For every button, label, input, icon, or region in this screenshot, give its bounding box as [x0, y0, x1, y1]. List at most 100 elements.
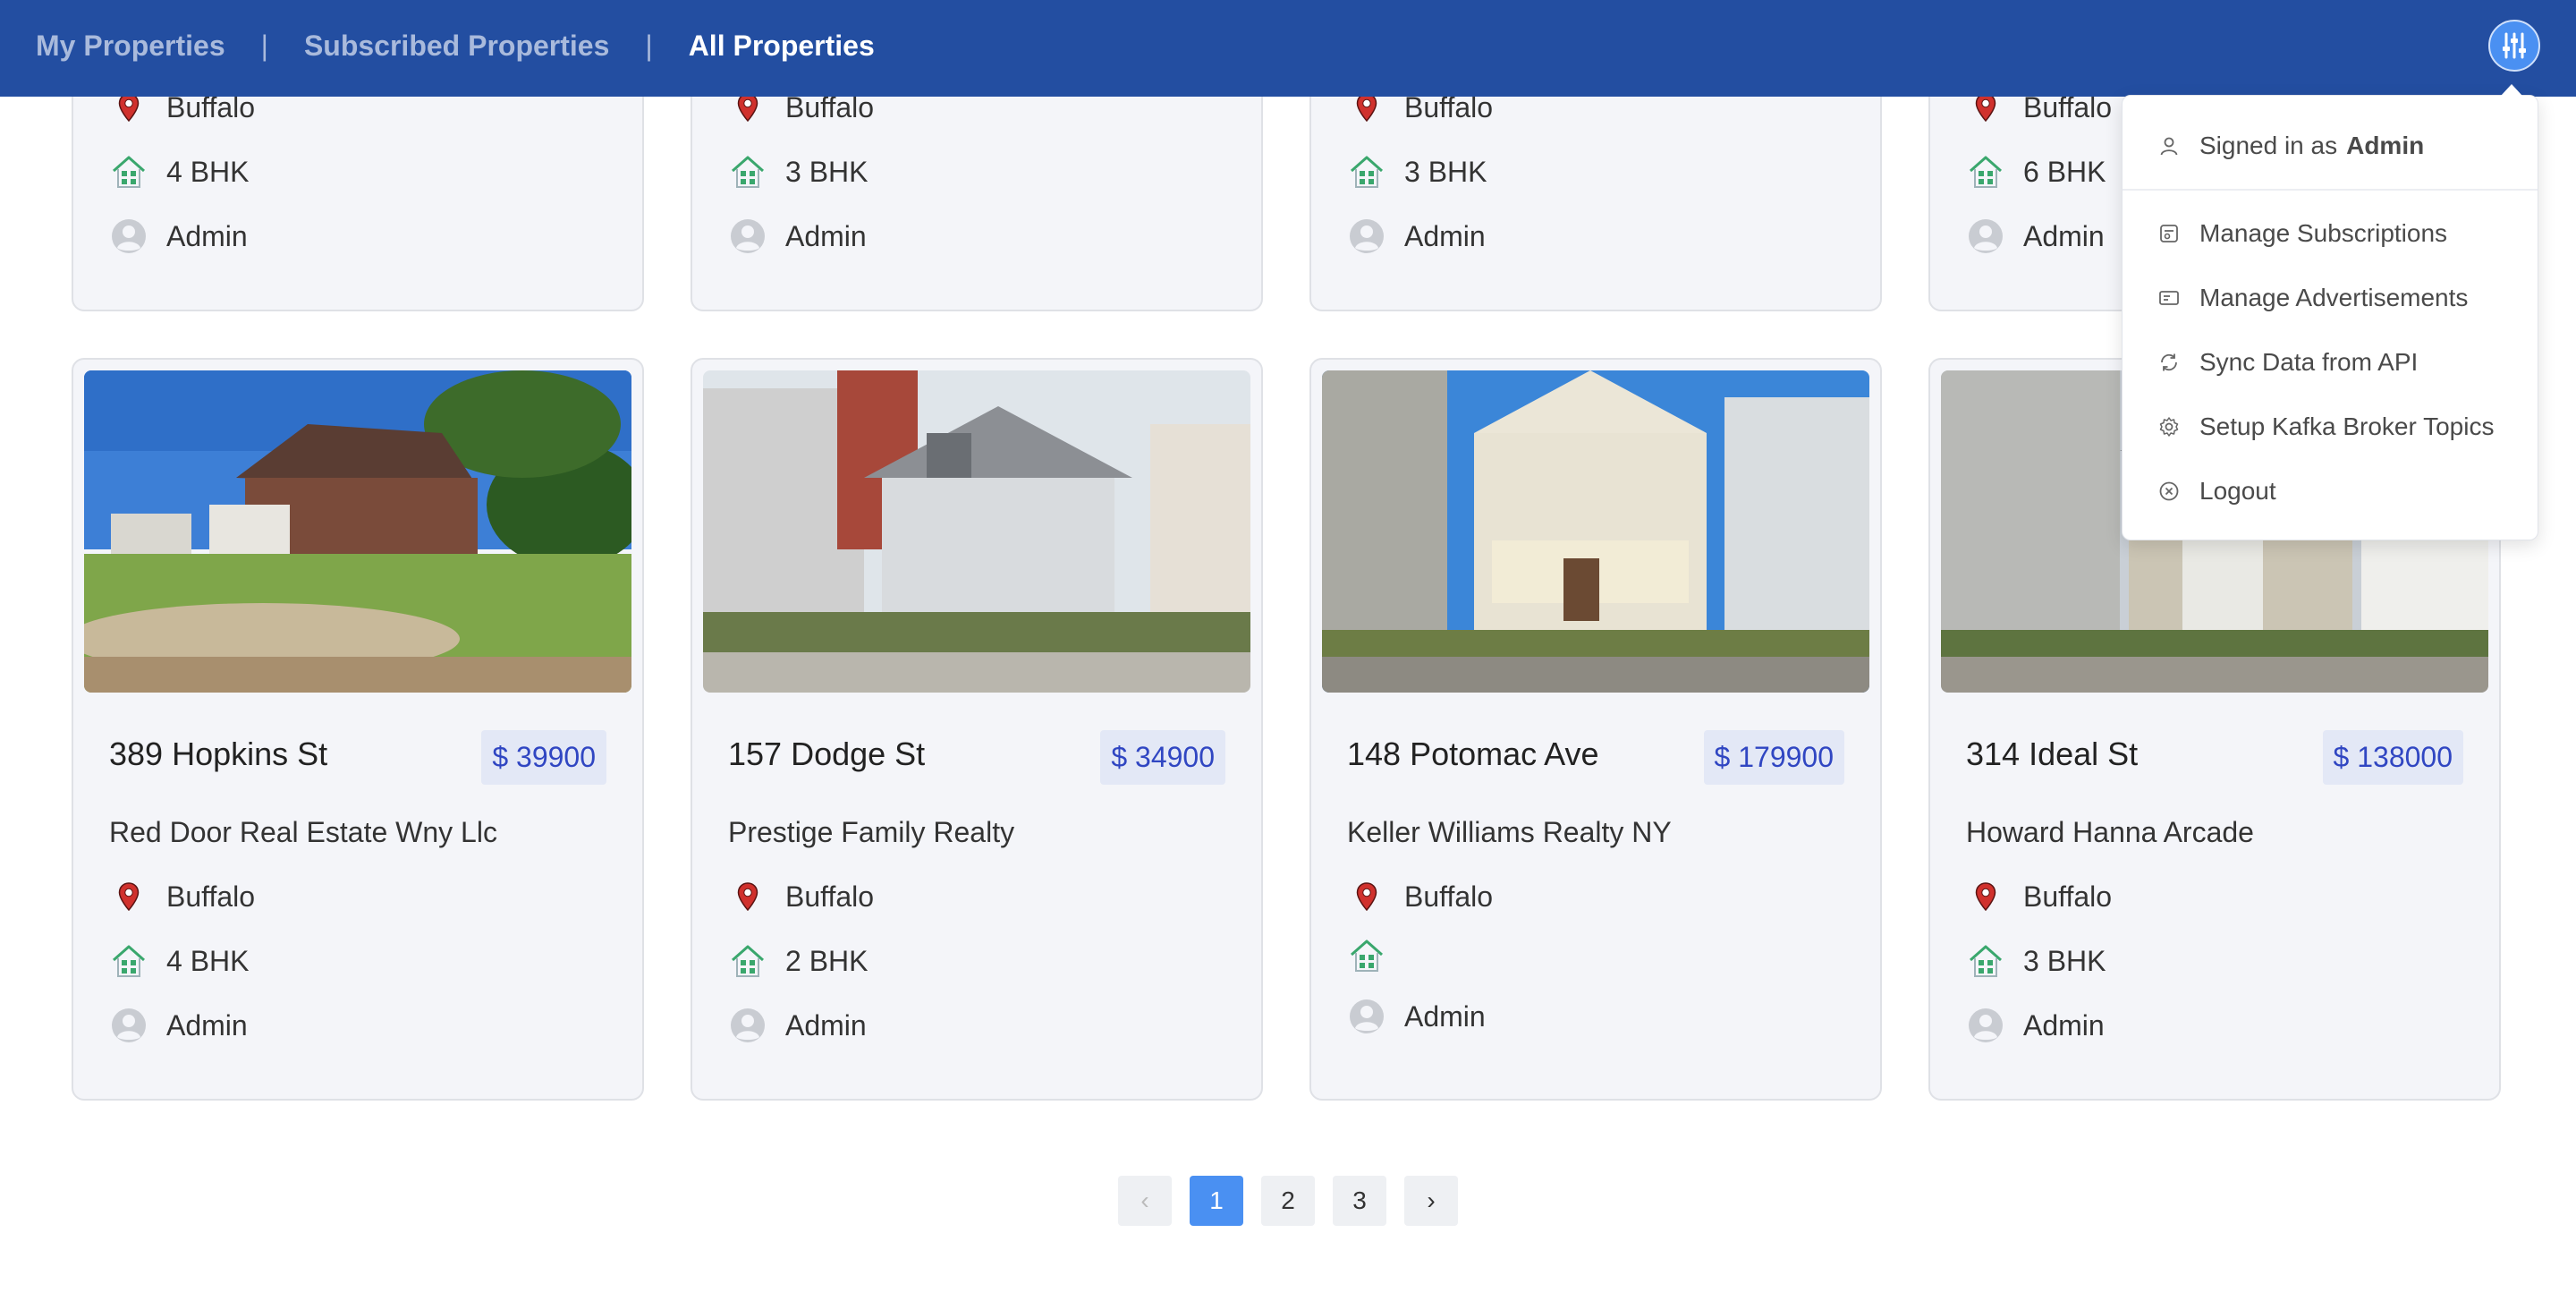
user-avatar-icon — [1347, 217, 1386, 256]
property-address[interactable]: 148 Potomac Ave — [1347, 736, 1599, 773]
property-photo[interactable] — [84, 370, 631, 693]
house-icon — [1347, 152, 1386, 191]
agency-name: Red Door Real Estate Wny Llc — [109, 816, 497, 848]
location-text: Buffalo — [1404, 880, 1494, 913]
bhk-text: 4 BHK — [166, 155, 250, 188]
property-card[interactable]: 148 Potomac Ave $ 179900 Keller Williams… — [1309, 358, 1882, 1101]
pagination-page-3[interactable]: 3 — [1333, 1176, 1386, 1226]
property-address[interactable]: 157 Dodge St — [728, 736, 925, 773]
agency-name: Howard Hanna Arcade — [1966, 816, 2254, 848]
location-row: Buffalo — [1347, 877, 1493, 916]
owner-row: Admin — [728, 217, 867, 256]
owner-row: Admin — [109, 217, 248, 256]
property-photo[interactable] — [1322, 370, 1869, 693]
owner-row: Admin — [1347, 997, 1486, 1036]
owner-row: Admin — [109, 1006, 248, 1045]
signed-in-info: Signed in as Admin — [2158, 128, 2424, 164]
user-icon — [2158, 135, 2180, 157]
owner-row: Admin — [1347, 217, 1486, 256]
user-avatar-icon — [1966, 217, 2005, 256]
nav-all-properties[interactable]: All Properties — [689, 30, 875, 63]
agency-name: Keller Williams Realty NY — [1347, 816, 1672, 848]
nav-subscribed-properties[interactable]: Subscribed Properties — [304, 30, 609, 63]
house-icon — [109, 152, 148, 191]
top-navbar: My Properties | Subscribed Properties | … — [0, 0, 2576, 97]
menu-item-label: Sync Data from API — [2199, 348, 2419, 376]
location-pin-icon — [109, 877, 148, 916]
gear-icon — [2158, 416, 2180, 438]
bhk-row — [1347, 936, 1404, 975]
bhk-row: 3 BHK — [728, 152, 868, 191]
house-icon — [728, 152, 767, 191]
user-avatar-icon — [109, 217, 148, 256]
house-icon — [1347, 936, 1386, 975]
house-icon — [109, 941, 148, 981]
subscriptions-icon — [2158, 223, 2180, 244]
signed-in-username: Admin — [2346, 132, 2425, 159]
menu-item-setup-kafka[interactable]: Setup Kafka Broker Topics — [2158, 409, 2494, 445]
owner-text: Admin — [1404, 999, 1486, 1033]
menu-item-logout[interactable]: Logout — [2158, 473, 2276, 509]
property-address[interactable]: 389 Hopkins St — [109, 736, 327, 773]
price-badge: $ 138000 — [2322, 730, 2463, 785]
price-badge: $ 34900 — [1100, 730, 1225, 785]
bhk-row: 2 BHK — [728, 941, 868, 981]
location-text: Buffalo — [166, 880, 256, 913]
house-icon — [728, 941, 767, 981]
bhk-row: 6 BHK — [1966, 152, 2106, 191]
owner-text: Admin — [1404, 219, 1486, 252]
owner-text: Admin — [2023, 219, 2105, 252]
menu-item-label: Setup Kafka Broker Topics — [2199, 412, 2495, 440]
dropdown-divider — [2123, 189, 2538, 191]
location-row: Buffalo — [728, 877, 874, 916]
user-dropdown-menu: Signed in as Admin Manage Subscriptions M… — [2122, 95, 2538, 540]
location-pin-icon — [1347, 877, 1386, 916]
nav-my-properties[interactable]: My Properties — [36, 30, 225, 63]
nav-links: My Properties | Subscribed Properties | … — [36, 0, 875, 91]
menu-item-manage-advertisements[interactable]: Manage Advertisements — [2158, 280, 2468, 316]
user-avatar-icon — [1966, 1006, 2005, 1045]
menu-item-manage-subscriptions[interactable]: Manage Subscriptions — [2158, 216, 2447, 251]
user-avatar-icon — [1347, 997, 1386, 1036]
bhk-text: 4 BHK — [166, 944, 250, 977]
property-card[interactable]: 157 Dodge St $ 34900 Prestige Family Rea… — [691, 358, 1263, 1101]
location-row: Buffalo — [109, 877, 255, 916]
owner-text: Admin — [2023, 1008, 2105, 1042]
location-text: Buffalo — [2023, 880, 2113, 913]
owner-text: Admin — [785, 1008, 867, 1042]
pagination-prev-button[interactable]: ‹ — [1118, 1176, 1172, 1226]
user-avatar-icon — [109, 1006, 148, 1045]
pagination-page-1[interactable]: 1 — [1190, 1176, 1243, 1226]
menu-item-sync-data[interactable]: Sync Data from API — [2158, 344, 2418, 380]
owner-row: Admin — [1966, 217, 2105, 256]
owner-text: Admin — [166, 219, 248, 252]
menu-item-label: Manage Advertisements — [2199, 284, 2469, 311]
user-avatar-icon — [728, 217, 767, 256]
nav-separator: | — [645, 29, 653, 62]
location-row: Buffalo — [1966, 877, 2112, 916]
bhk-text: 2 BHK — [785, 944, 869, 977]
property-card[interactable]: 389 Hopkins St $ 39900 Red Door Real Est… — [72, 358, 644, 1101]
bhk-text: 3 BHK — [2023, 944, 2106, 977]
location-pin-icon — [1966, 877, 2005, 916]
dropdown-caret — [2501, 84, 2522, 96]
close-circle-icon — [2158, 480, 2180, 502]
advertisement-icon — [2158, 287, 2180, 309]
user-avatar-icon — [728, 1006, 767, 1045]
location-pin-icon — [728, 877, 767, 916]
pagination-page-2[interactable]: 2 — [1261, 1176, 1315, 1226]
bhk-row: 3 BHK — [1966, 941, 2106, 981]
menu-item-label: Manage Subscriptions — [2199, 219, 2448, 247]
pagination-next-button[interactable]: › — [1404, 1176, 1458, 1226]
bhk-text: 3 BHK — [1404, 155, 1487, 188]
bhk-text: 6 BHK — [2023, 155, 2106, 188]
property-photo[interactable] — [703, 370, 1250, 693]
bhk-row: 3 BHK — [1347, 152, 1487, 191]
sliders-icon — [2503, 32, 2526, 59]
owner-text: Admin — [166, 1008, 248, 1042]
owner-text: Admin — [785, 219, 867, 252]
settings-button[interactable] — [2488, 20, 2540, 72]
property-address[interactable]: 314 Ideal St — [1966, 736, 2138, 773]
house-icon — [1966, 152, 2005, 191]
owner-row: Admin — [1966, 1006, 2105, 1045]
